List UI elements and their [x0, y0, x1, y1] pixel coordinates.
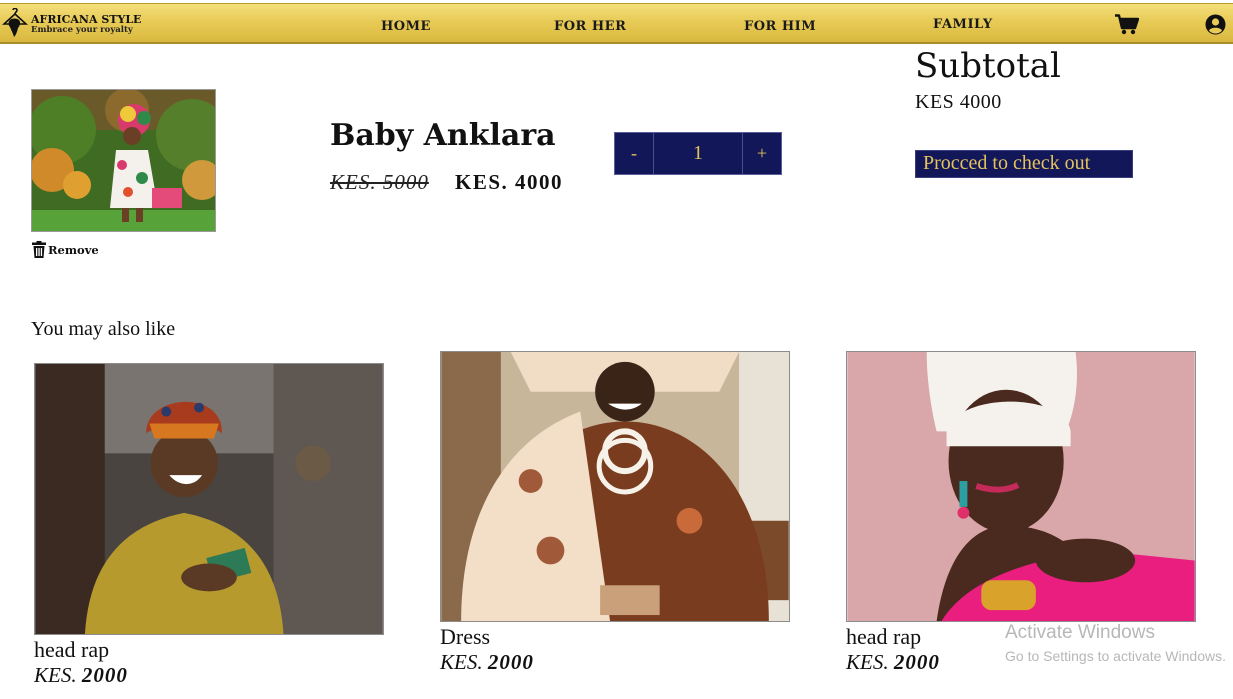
- nav-link-home[interactable]: HOME: [381, 4, 431, 45]
- nav-link-for-her[interactable]: FOR HER: [554, 4, 626, 45]
- quantity-value[interactable]: 1: [653, 133, 743, 174]
- nav-link-family[interactable]: FAMILY: [933, 4, 993, 45]
- remove-label: Remove: [48, 242, 99, 257]
- decrement-button[interactable]: -: [615, 133, 653, 174]
- product-price: KES. 2000: [440, 650, 790, 675]
- product-card[interactable]: Dress KES. 2000: [440, 351, 790, 675]
- activate-windows-title: Activate Windows: [1005, 622, 1155, 643]
- price-amount: 2000: [81, 663, 128, 687]
- product-price: KES. 2000: [34, 663, 384, 688]
- activate-windows-subtitle: Go to Settings to activate Windows.: [1005, 648, 1226, 664]
- brand-name: AFRICANA STYLE: [31, 12, 142, 26]
- product-name: head rap: [34, 637, 110, 662]
- increment-button[interactable]: +: [743, 133, 781, 174]
- brand-tagline: Embrace your royalty: [31, 24, 133, 35]
- head-wrap-portrait-photo: [846, 351, 1196, 622]
- quantity-stepper: - 1 +: [614, 132, 782, 175]
- product-card[interactable]: head rap KES. 2000: [34, 363, 384, 688]
- account-icon[interactable]: [1205, 14, 1226, 35]
- product-title: Baby Anklara: [330, 118, 556, 153]
- price-currency: KES.: [440, 650, 483, 674]
- product-name: Dress: [440, 624, 491, 649]
- original-price: KES. 5000: [330, 170, 429, 194]
- price-amount: 2000: [487, 650, 534, 674]
- subtotal-heading: Subtotal: [915, 46, 1061, 86]
- cart-item-image[interactable]: [31, 89, 216, 232]
- dress-photo: [440, 351, 790, 622]
- cart-icon[interactable]: [1115, 14, 1139, 35]
- top-navbar: AFRICANA STYLE Embrace your royalty HOME…: [0, 3, 1233, 44]
- recommendations-heading: You may also like: [31, 318, 176, 340]
- price-amount: 2000: [893, 650, 940, 674]
- subtotal-amount: KES 4000: [915, 91, 1002, 113]
- brand-logo[interactable]: AFRICANA STYLE Embrace your royalty: [2, 7, 141, 41]
- price-currency: KES.: [34, 663, 77, 687]
- sale-price: KES. 4000: [455, 170, 564, 194]
- trash-icon: [32, 241, 46, 258]
- child-outfit-photo: [32, 90, 215, 231]
- remove-item-button[interactable]: Remove: [32, 241, 99, 258]
- checkout-button[interactable]: Procced to check out: [915, 150, 1133, 178]
- nav-link-for-him[interactable]: FOR HIM: [744, 4, 816, 45]
- head-wrap-photo: [34, 363, 384, 635]
- price-currency: KES.: [846, 650, 889, 674]
- africa-hanger-logo-icon: [2, 8, 28, 37]
